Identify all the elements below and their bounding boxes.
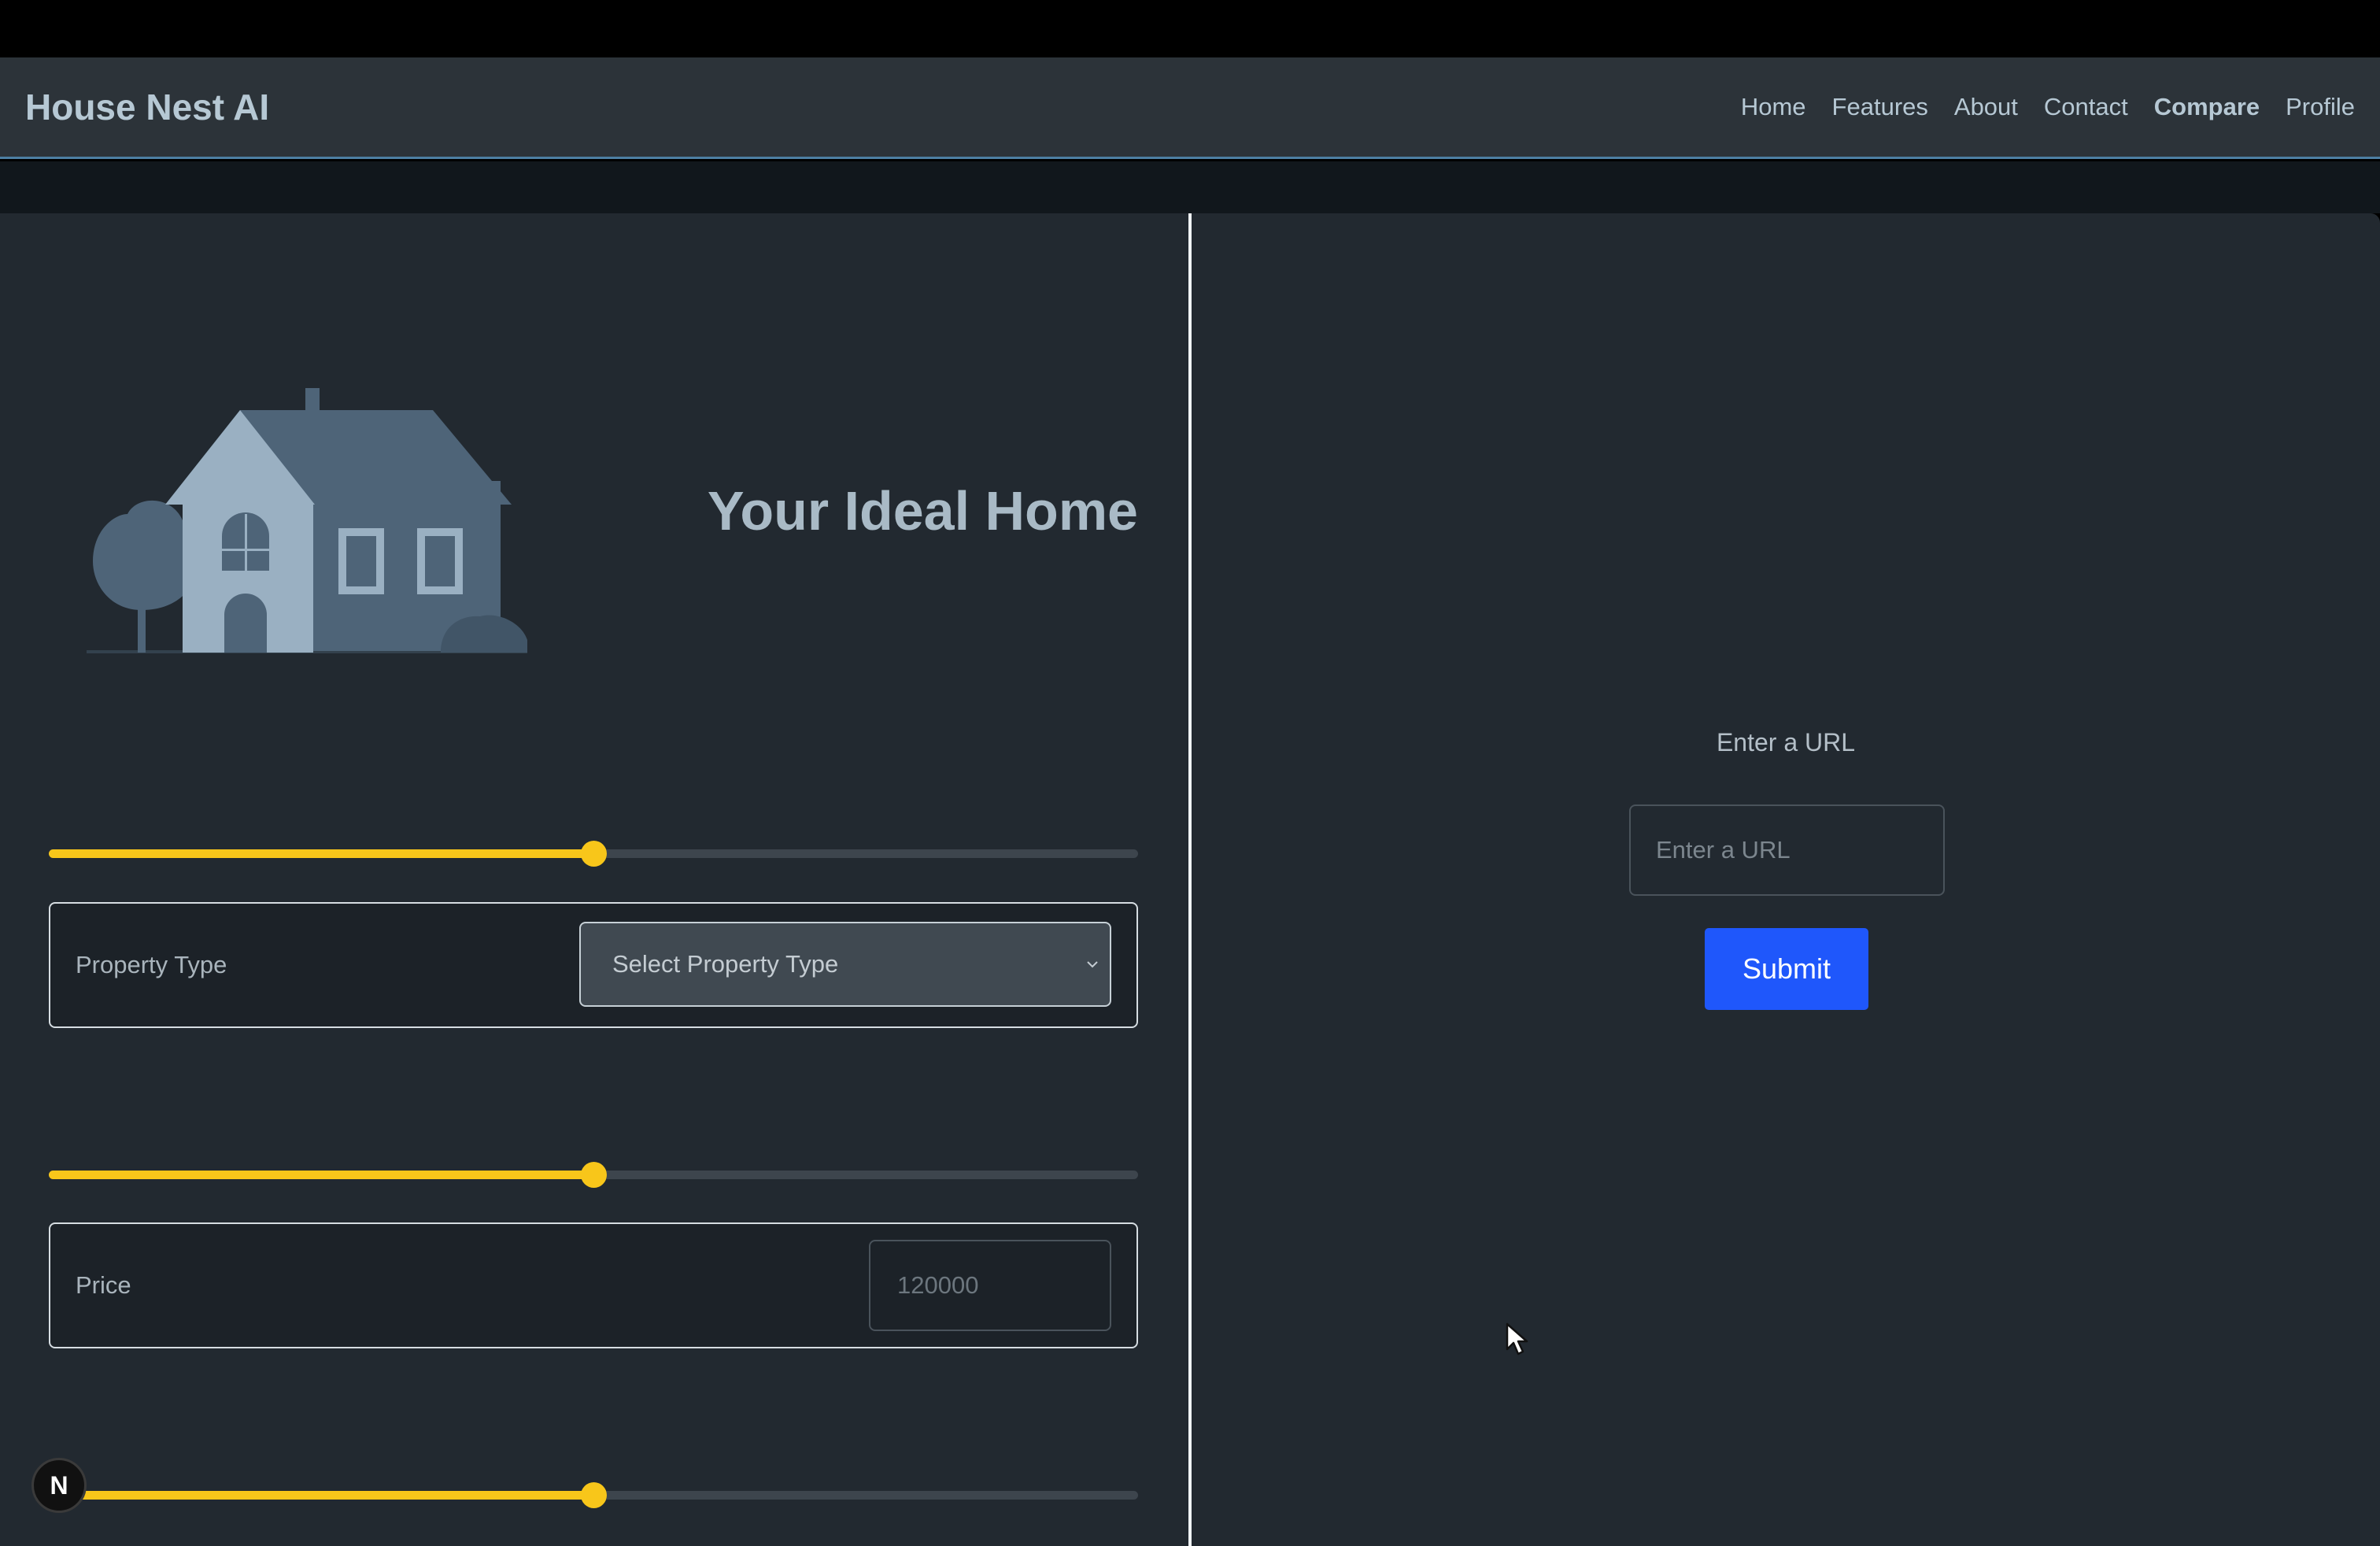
url-input[interactable] (1629, 804, 1945, 896)
top-black-bar (0, 0, 2380, 57)
left-panel: Your Ideal Home Property Type Select Pro… (0, 213, 1188, 1546)
chevron-down-icon (1087, 961, 1098, 968)
property-type-select[interactable]: Select Property Type (579, 922, 1111, 1007)
price-field: Price (49, 1222, 1138, 1348)
property-type-slider[interactable] (49, 837, 1138, 870)
mouse-cursor-icon (1506, 1322, 1528, 1356)
hero-title: Your Ideal Home (707, 480, 1138, 542)
nav-link-about[interactable]: About (1954, 93, 2018, 121)
url-label: Enter a URL (1716, 728, 1856, 756)
navbar: House Nest AI Home Features About Contac… (0, 57, 2380, 159)
price-slider[interactable] (49, 1158, 1138, 1191)
slider-fill (49, 1491, 593, 1500)
brand-logo[interactable]: House Nest AI (25, 57, 269, 157)
third-slider[interactable] (49, 1478, 1138, 1511)
nav-link-contact[interactable]: Contact (2044, 93, 2128, 121)
submit-button[interactable]: Submit (1705, 928, 1868, 1010)
slider-thumb[interactable] (581, 841, 607, 867)
price-label: Price (76, 1271, 131, 1299)
slider-fill (49, 1171, 593, 1179)
house-illustration-icon (87, 388, 527, 653)
nextjs-dev-badge-icon[interactable]: N (31, 1458, 87, 1513)
nav-links: Home Features About Contact Compare Prof… (1741, 57, 2355, 157)
nav-link-home[interactable]: Home (1741, 93, 1806, 121)
right-panel: Enter a URL Submit (1192, 213, 2380, 1546)
price-input[interactable] (869, 1240, 1111, 1331)
property-type-selected: Select Property Type (612, 950, 839, 978)
nav-link-profile[interactable]: Profile (2286, 93, 2355, 121)
property-type-field: Property Type Select Property Type (49, 902, 1138, 1028)
slider-thumb[interactable] (581, 1162, 607, 1188)
nav-link-features[interactable]: Features (1832, 93, 1928, 121)
slider-fill (49, 849, 593, 858)
property-type-label: Property Type (76, 951, 227, 978)
header-strip (0, 161, 2380, 213)
nav-link-compare[interactable]: Compare (2154, 93, 2260, 121)
slider-thumb[interactable] (581, 1482, 607, 1508)
